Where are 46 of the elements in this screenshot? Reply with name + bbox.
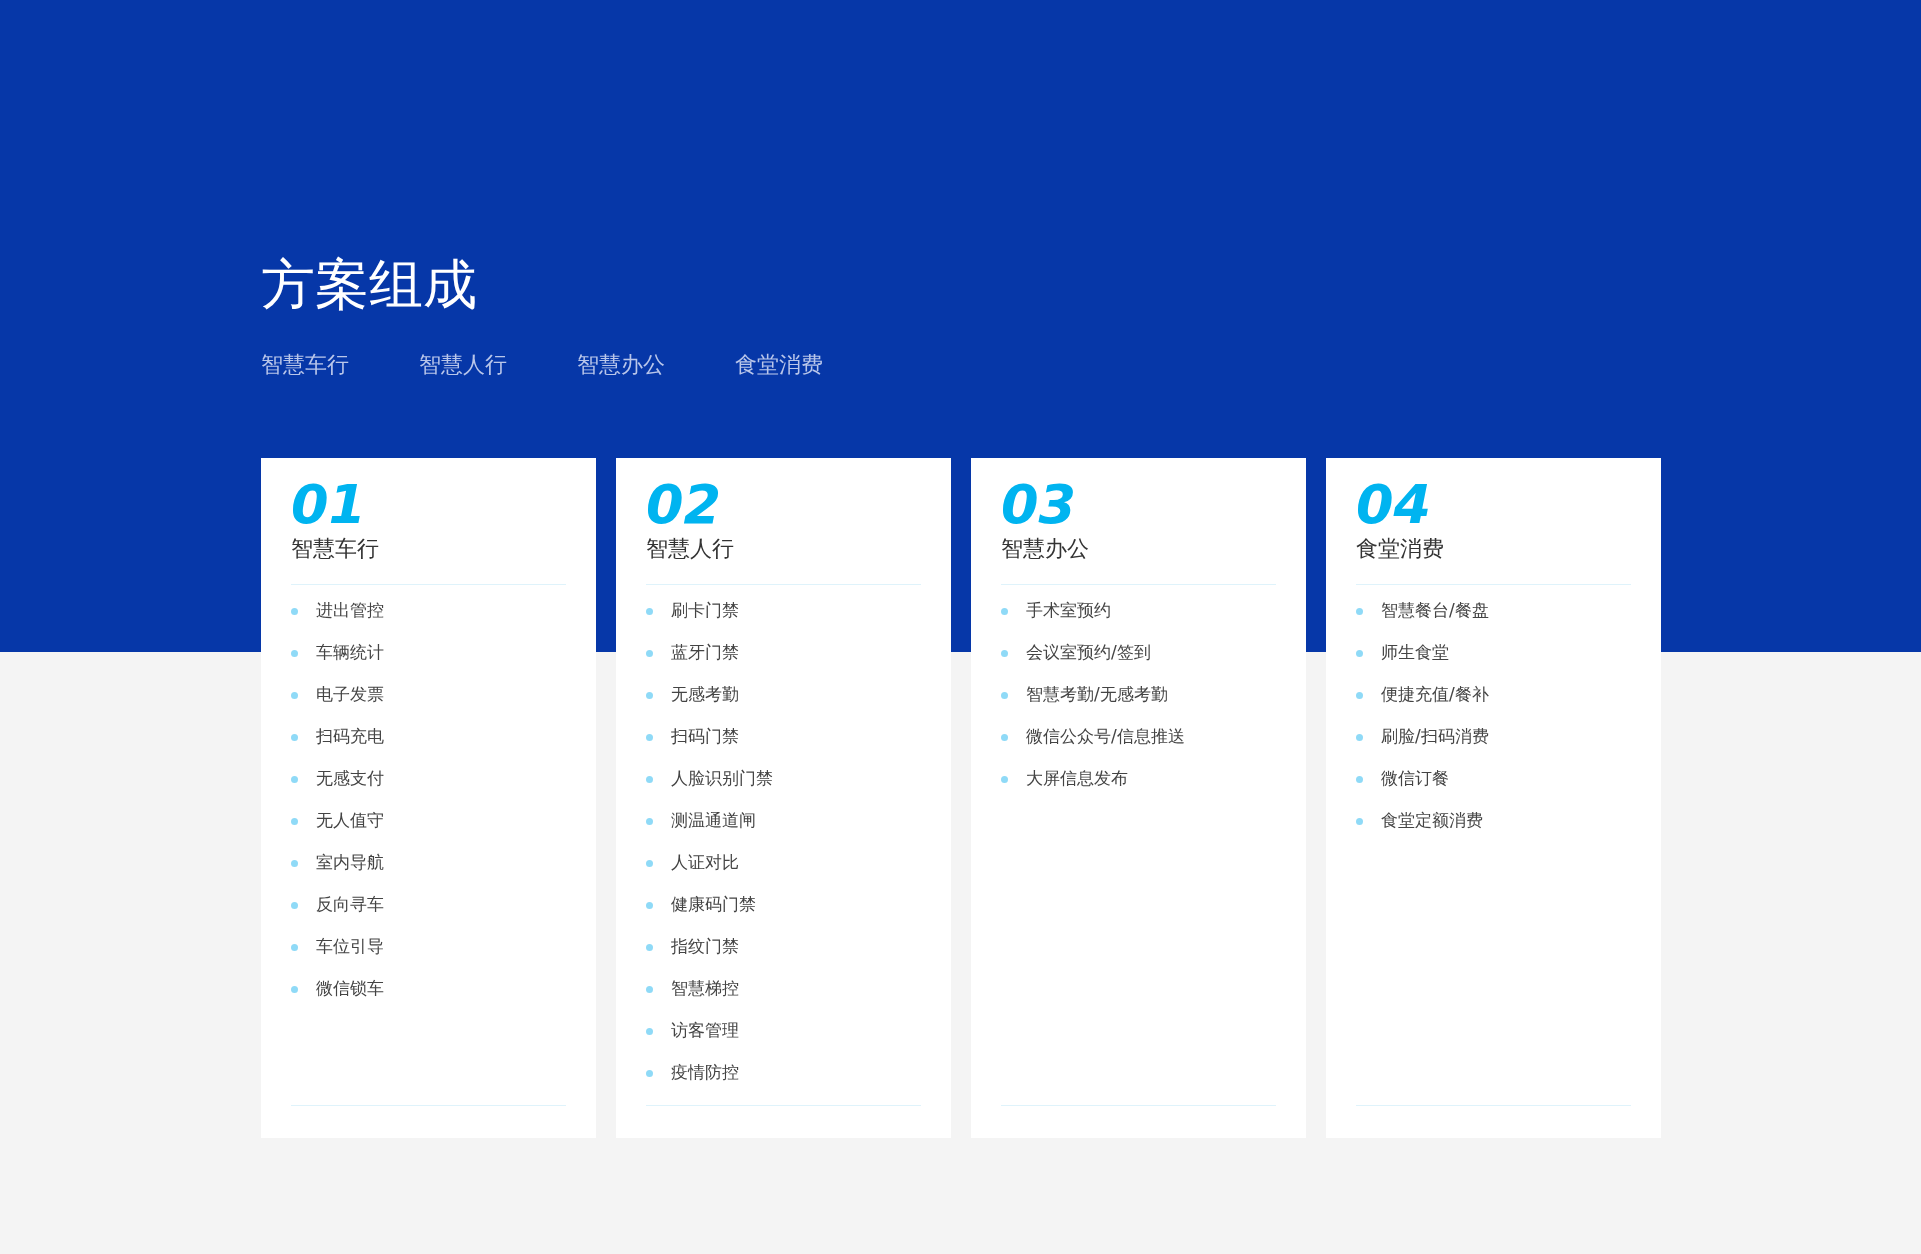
card-number: 04 [1356, 476, 1432, 534]
feature-item: 微信锁车 [316, 977, 384, 1001]
feature-item: 进出管控 [316, 599, 384, 623]
card-title: 智慧车行 [291, 535, 379, 563]
feature-item: 食堂定额消费 [1381, 809, 1483, 833]
feature-item: 无感考勤 [671, 683, 739, 707]
feature-item: 扫码门禁 [671, 725, 739, 749]
page-title: 方案组成 [261, 252, 477, 318]
feature-item: 无人值守 [316, 809, 384, 833]
feature-item: 指纹门禁 [671, 935, 739, 959]
feature-item: 健康码门禁 [671, 893, 756, 917]
card-title: 智慧办公 [1001, 535, 1089, 563]
feature-item: 大屏信息发布 [1026, 767, 1128, 791]
feature-item: 微信公众号/信息推送 [1026, 725, 1185, 749]
section-tab[interactable]: 智慧办公 [577, 350, 665, 380]
feature-item: 师生食堂 [1381, 641, 1449, 665]
feature-item: 人证对比 [671, 851, 739, 875]
feature-item: 智慧餐台/餐盘 [1381, 599, 1489, 623]
feature-item: 无感支付 [316, 767, 384, 791]
card-number: 02 [646, 476, 722, 534]
feature-item: 人脸识别门禁 [671, 767, 773, 791]
card-number: 03 [1001, 476, 1077, 534]
card-number: 01 [291, 476, 367, 534]
feature-item: 访客管理 [671, 1019, 739, 1043]
feature-item: 智慧梯控 [671, 977, 739, 1001]
feature-item: 刷脸/扫码消费 [1381, 725, 1489, 749]
feature-item: 反向寻车 [316, 893, 384, 917]
card-title: 食堂消费 [1356, 535, 1444, 563]
feature-item: 智慧考勤/无感考勤 [1026, 683, 1168, 707]
feature-item: 电子发票 [316, 683, 384, 707]
feature-item: 便捷充值/餐补 [1381, 683, 1489, 707]
section-tab[interactable]: 智慧车行 [261, 350, 349, 380]
feature-item: 车位引导 [316, 935, 384, 959]
feature-item: 车辆统计 [316, 641, 384, 665]
feature-item: 疫情防控 [671, 1061, 739, 1085]
feature-item: 手术室预约 [1026, 599, 1111, 623]
feature-item: 扫码充电 [316, 725, 384, 749]
feature-item: 室内导航 [316, 851, 384, 875]
feature-item: 测温通道闸 [671, 809, 756, 833]
feature-item: 蓝牙门禁 [671, 641, 739, 665]
feature-item: 微信订餐 [1381, 767, 1449, 791]
section-tab[interactable]: 食堂消费 [735, 350, 823, 380]
card-title: 智慧人行 [646, 535, 734, 563]
section-tab[interactable]: 智慧人行 [419, 350, 507, 380]
feature-item: 会议室预约/签到 [1026, 641, 1151, 665]
feature-item: 刷卡门禁 [671, 599, 739, 623]
